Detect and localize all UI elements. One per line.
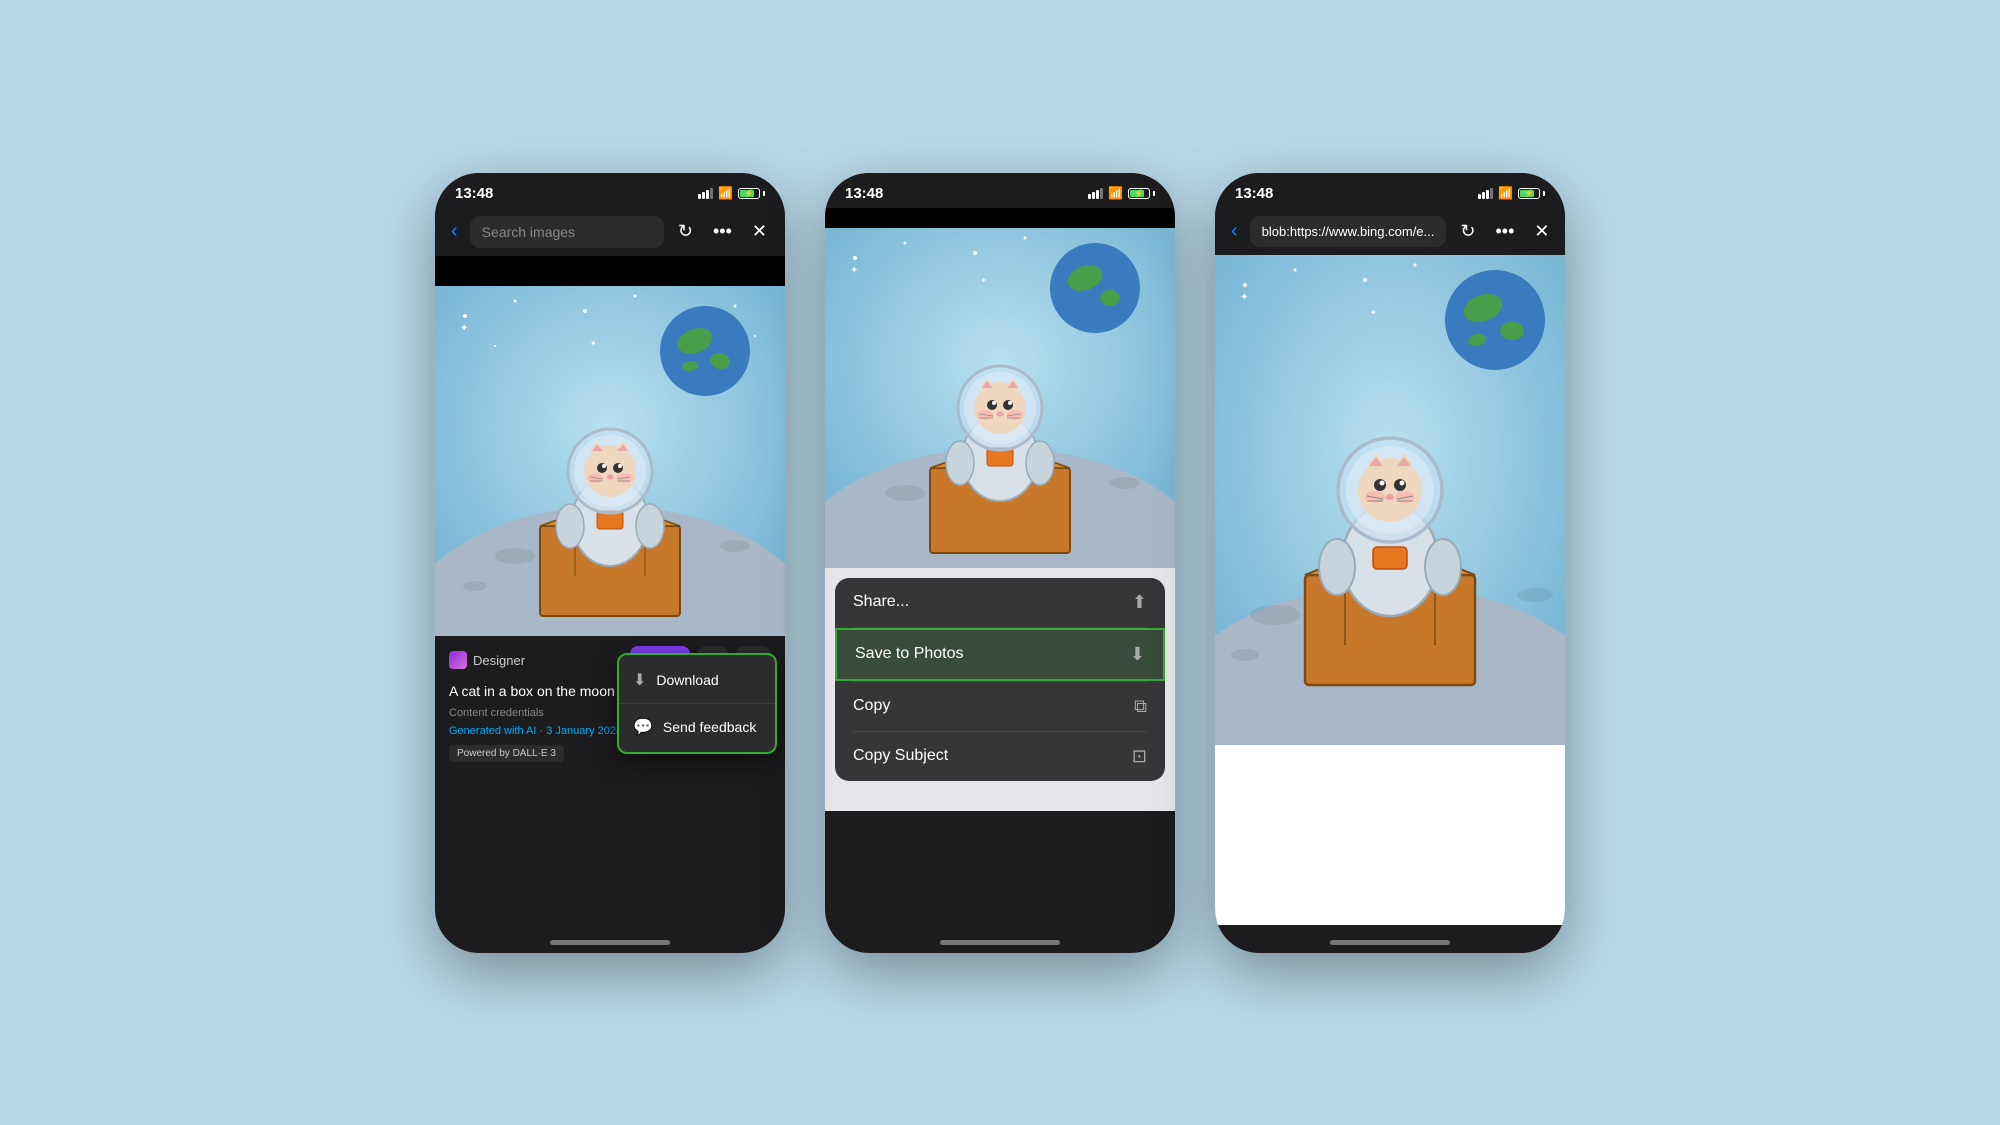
phone1-navbar: ‹ Search images ↻ ••• ✕ bbox=[435, 208, 785, 256]
status-icons-1: 📶 ⚡ bbox=[698, 186, 765, 200]
share-menu-item[interactable]: Share... ⬆ bbox=[835, 578, 1165, 627]
back-button[interactable]: ‹ bbox=[447, 216, 462, 247]
copy-subject-menu-item[interactable]: Copy Subject ⊡ bbox=[835, 732, 1165, 781]
phone-1: 13:48 📶 ⚡ ‹ Search images ↻ ••• bbox=[435, 173, 785, 953]
copy-menu-item[interactable]: Copy ⧉ bbox=[835, 682, 1165, 731]
svg-text:✦: ✦ bbox=[590, 339, 597, 348]
menu-divider bbox=[619, 703, 775, 704]
browser-navbar: ‹ blob:https://www.bing.com/e... ↻ ••• ✕ bbox=[1215, 208, 1565, 255]
search-bar[interactable]: Search images bbox=[470, 216, 664, 248]
wifi-icon: 📶 bbox=[718, 186, 733, 200]
home-indicator-1 bbox=[550, 940, 670, 945]
copy-icon: ⧉ bbox=[1134, 696, 1147, 717]
save-photos-icon: ⬇ bbox=[1130, 644, 1145, 665]
home-indicator-3 bbox=[1330, 940, 1450, 945]
battery-icon-3: ⚡ bbox=[1518, 188, 1545, 199]
share-label: Share... bbox=[853, 593, 909, 611]
save-photos-label: Save to Photos bbox=[855, 645, 964, 663]
status-bar-1: 13:48 📶 ⚡ bbox=[435, 173, 785, 208]
signal-icon-3 bbox=[1478, 188, 1493, 199]
ios-menu-backdrop: Share... ⬆ Save to Photos ⬇ Copy ⧉ Copy … bbox=[825, 568, 1175, 811]
svg-text:✦: ✦ bbox=[460, 323, 468, 334]
cat-svg-1: ✦ ✦ ✦ bbox=[435, 286, 785, 636]
wifi-icon-3: 📶 bbox=[1498, 186, 1513, 200]
copy-label: Copy bbox=[853, 697, 890, 715]
svg-text:✦: ✦ bbox=[980, 276, 987, 285]
wifi-icon-2: 📶 bbox=[1108, 186, 1123, 200]
download-menu-item[interactable]: ⬇ Download bbox=[619, 659, 775, 701]
dark-bar bbox=[435, 256, 785, 286]
dark-strip-2 bbox=[825, 208, 1175, 228]
home-indicator-2 bbox=[940, 940, 1060, 945]
copy-subject-label: Copy Subject bbox=[853, 747, 948, 765]
url-bar[interactable]: blob:https://www.bing.com/e... bbox=[1250, 216, 1447, 247]
share-icon: ⬆ bbox=[1132, 592, 1147, 613]
svg-text:✦: ✦ bbox=[1240, 292, 1248, 303]
url-text: blob:https://www.bing.com/e... bbox=[1262, 224, 1435, 239]
more-button[interactable]: ••• bbox=[707, 217, 738, 246]
status-icons-2: 📶 ⚡ bbox=[1088, 186, 1155, 200]
dalle-badge: Powered by DALL·E 3 bbox=[449, 745, 564, 762]
close-button[interactable]: ✕ bbox=[746, 217, 773, 246]
battery-icon: ⚡ bbox=[738, 188, 765, 199]
signal-icon-2 bbox=[1088, 188, 1103, 199]
designer-label: Designer bbox=[449, 651, 525, 669]
phone-2: 13:48 📶 ⚡ bbox=[825, 173, 1175, 953]
cat-svg-2: ✦ ✦ bbox=[825, 228, 1175, 568]
svg-text:✦: ✦ bbox=[1370, 308, 1377, 317]
send-feedback-menu-item[interactable]: 💬 Send feedback bbox=[619, 706, 775, 748]
white-content-area bbox=[1215, 745, 1565, 925]
cat-image-2: ✦ ✦ bbox=[825, 228, 1175, 568]
time-2: 13:48 bbox=[845, 185, 883, 202]
save-photos-menu-item[interactable]: Save to Photos ⬇ bbox=[835, 628, 1165, 681]
feedback-icon: 💬 bbox=[633, 717, 653, 737]
download-icon: ⬇ bbox=[633, 670, 646, 690]
battery-icon-2: ⚡ bbox=[1128, 188, 1155, 199]
copy-subject-icon: ⊡ bbox=[1132, 746, 1147, 767]
status-bar-2: 13:48 📶 ⚡ bbox=[825, 173, 1175, 208]
context-menu: ⬇ Download 💬 Send feedback bbox=[617, 653, 777, 754]
cat-image-1: ✦ ✦ ✦ bbox=[435, 286, 785, 636]
signal-icon bbox=[698, 188, 713, 199]
reload-button-3[interactable]: ↻ bbox=[1454, 217, 1481, 246]
time-3: 13:48 bbox=[1235, 185, 1273, 202]
svg-text:✦: ✦ bbox=[850, 265, 858, 276]
back-button-3[interactable]: ‹ bbox=[1227, 216, 1242, 247]
ios-context-menu: Share... ⬆ Save to Photos ⬇ Copy ⧉ Copy … bbox=[835, 578, 1165, 781]
reload-button[interactable]: ↻ bbox=[672, 217, 699, 246]
cat-image-3: ✦ ✦ bbox=[1215, 255, 1565, 745]
search-text: Search images bbox=[482, 224, 575, 240]
status-bar-3: 13:48 📶 ⚡ bbox=[1215, 173, 1565, 208]
phone-3: 13:48 📶 ⚡ ‹ blob:https://www.bing.com/e.… bbox=[1215, 173, 1565, 953]
feedback-label: Send feedback bbox=[663, 719, 756, 735]
more-button-3[interactable]: ••• bbox=[1489, 217, 1520, 246]
download-label: Download bbox=[656, 672, 718, 688]
designer-logo bbox=[449, 651, 467, 669]
cat-svg-3: ✦ ✦ bbox=[1215, 255, 1565, 745]
time-1: 13:48 bbox=[455, 185, 493, 202]
status-icons-3: 📶 ⚡ bbox=[1478, 186, 1545, 200]
close-button-3[interactable]: ✕ bbox=[1528, 217, 1555, 246]
